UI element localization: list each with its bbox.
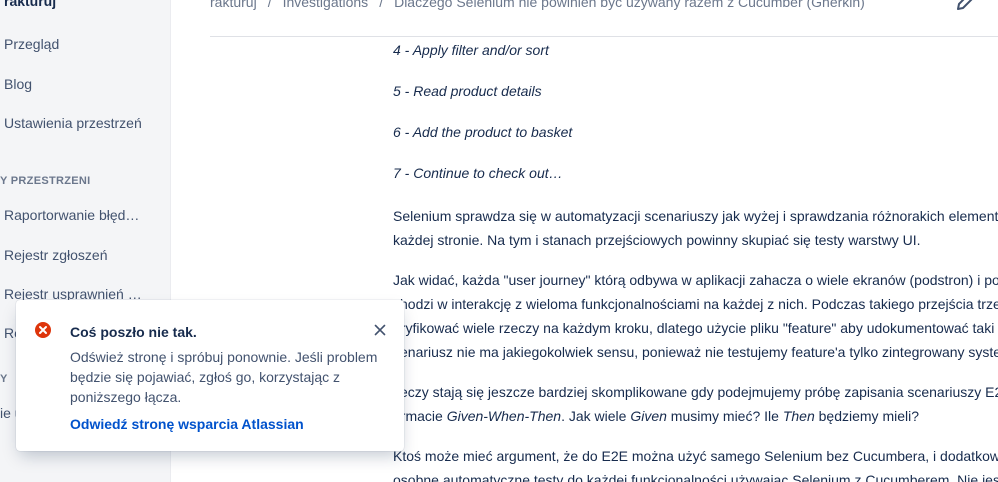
- sidebar-item-blog[interactable]: Blog: [4, 76, 32, 92]
- flag-message: Odśwież stronę i spróbuj ponownie. Jeśli…: [70, 349, 378, 405]
- paragraph-line: Jak widać, każda "user journey" którą od…: [393, 272, 998, 288]
- close-icon[interactable]: [372, 322, 388, 338]
- error-icon: [35, 322, 51, 338]
- text-run: . Jak wiele: [561, 408, 631, 424]
- sidebar-item-space-settings[interactable]: Ustawienia przestrzeń: [4, 115, 142, 131]
- paragraph-line: osobne automatyczne testy do każdej funk…: [393, 472, 998, 482]
- support-link[interactable]: Odwiedź stronę wsparcia Atlassian: [70, 416, 304, 432]
- flag-title: Coś poszło nie tak.: [70, 324, 197, 340]
- emphasis-text: Then: [782, 408, 815, 424]
- breadcrumb-item-page[interactable]: Dlaczego Selenium nie powinien być używa…: [394, 0, 865, 10]
- text-run: będziemy mieli?: [814, 408, 920, 424]
- space-title[interactable]: rakturuj: [4, 0, 56, 9]
- step-item: 7 - Continue to check out…: [393, 165, 563, 181]
- paragraph-line: zeczy stają się jeszcze bardziej skompli…: [393, 384, 998, 400]
- breadcrumb-separator: /: [379, 0, 384, 10]
- error-flag: Coś poszło nie tak. Odśwież stronę i spr…: [16, 300, 404, 451]
- header-divider: [210, 36, 998, 37]
- paragraph-line: ormacie Given-When-Then. Jak wiele Given…: [393, 404, 919, 428]
- step-item: 6 - Add the product to basket: [393, 124, 573, 140]
- paragraph-line: eryfikować wiele rzeczy na każdym kroku,…: [393, 320, 995, 336]
- pencil-icon[interactable]: [955, 0, 977, 12]
- breadcrumb: rakturuj / Investigations / Dlaczego Seleniu…: [210, 0, 865, 10]
- breadcrumb-item-space[interactable]: rakturuj: [210, 0, 257, 10]
- sidebar-item-bug-reporting[interactable]: Raportorwanie błęd…: [4, 207, 139, 223]
- breadcrumb-item-investigations[interactable]: Investigations: [283, 0, 369, 10]
- text-run: musimy mieć? Ile: [666, 408, 783, 424]
- emphasis-text: Given-When-Then: [446, 408, 562, 424]
- paragraph-line: Ktoś może mieć argument, że do E2E można…: [393, 448, 998, 464]
- sidebar-item-issue-register[interactable]: Rejestr zgłoszeń: [4, 247, 108, 263]
- paragraph-line: Selenium sprawdza się w automatyzacji sc…: [393, 208, 998, 224]
- sidebar-section-header: Y PRZESTRZENI: [0, 175, 91, 187]
- breadcrumb-separator: /: [267, 0, 272, 10]
- paragraph-line: chodzi w interakcję z wieloma funkcjonal…: [393, 296, 998, 312]
- sidebar-section2-header: Y: [0, 373, 8, 385]
- sidebar-item-overview[interactable]: Przegląd: [4, 36, 59, 52]
- emphasis-text: Given: [630, 408, 667, 424]
- step-item: 5 - Read product details: [393, 83, 542, 99]
- paragraph-line: każdej stronie. Na tym i stanach przejśc…: [393, 232, 921, 248]
- step-item: 4 - Apply filter and/or sort: [393, 42, 549, 58]
- paragraph-line: cenariusz nie ma jakiegokolwiek sensu, p…: [393, 344, 998, 360]
